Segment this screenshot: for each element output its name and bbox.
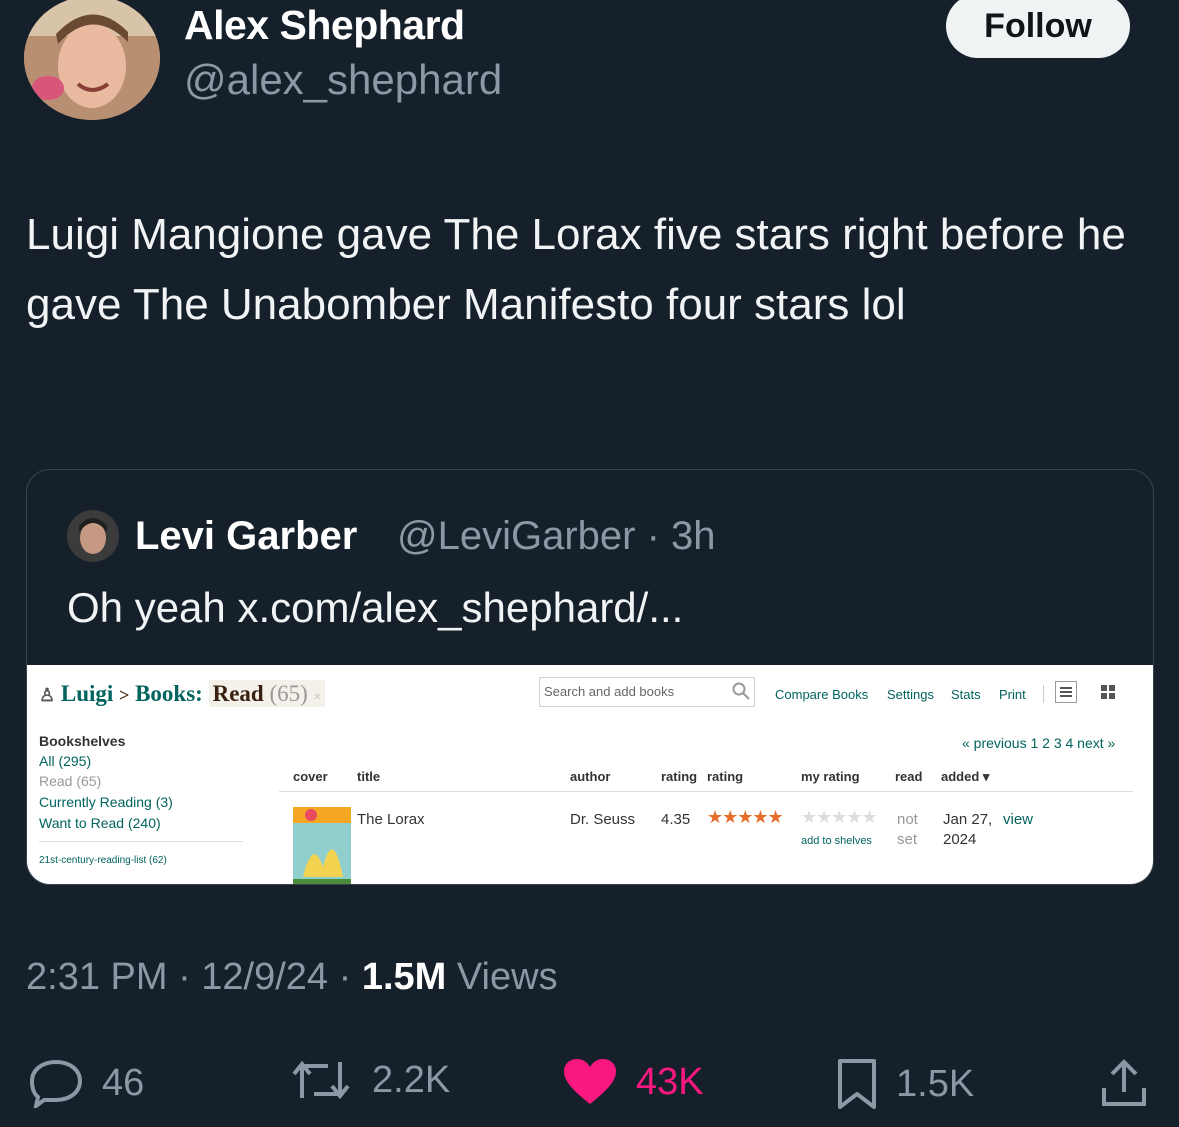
repost-button[interactable]: 2.2K — [288, 1058, 450, 1102]
heart-icon — [564, 1059, 616, 1104]
col-added: added ▾ — [941, 769, 990, 784]
col-my-rating: my rating — [801, 769, 860, 784]
quote-handle-time: @LeviGarber · 3h — [397, 514, 716, 558]
bookmark-count: 1.5K — [896, 1062, 975, 1105]
add-to-shelves-link: add to shelves — [801, 835, 872, 847]
book-cover — [293, 807, 351, 884]
view-link: view — [1003, 811, 1034, 828]
tweet-meta: 2:31 PM · 12/9/24 · 1.5M Views — [26, 956, 558, 999]
book-title: The Lorax — [357, 811, 425, 828]
shelf-custom-list: 21st-century-reading-list (62) — [39, 855, 167, 866]
views-count: 1.5M — [361, 956, 447, 998]
repost-icon — [292, 1060, 350, 1100]
col-avg-rating: rating — [661, 769, 698, 784]
col-rating: rating — [707, 769, 744, 784]
pagination: « previous 1 2 3 4 next » — [962, 735, 1116, 751]
date-added-2: 2024 — [943, 831, 977, 848]
bookshelves-heading: Bookshelves — [39, 733, 126, 749]
col-cover: cover — [293, 769, 328, 784]
col-title: title — [357, 769, 381, 784]
quote-author-name: Levi Garber — [135, 514, 358, 558]
like-button[interactable]: 43K — [562, 1058, 704, 1106]
views-label: Views — [446, 956, 558, 998]
chip-count: (65) — [269, 681, 308, 706]
quote-avatar — [67, 510, 119, 562]
tweet-time: 2:31 PM · 12/9/24 · — [26, 956, 362, 998]
repost-count: 2.2K — [372, 1058, 451, 1101]
share-icon — [1102, 1059, 1146, 1106]
shelf-currently-reading: Currently Reading (3) — [39, 794, 173, 810]
search-input: Search and add books — [539, 677, 755, 707]
list-view-icon — [1055, 681, 1077, 703]
search-icon — [732, 682, 750, 700]
share-button[interactable] — [1100, 1058, 1148, 1108]
crumb-user: Luigi — [60, 681, 114, 706]
book-author: Dr. Seuss — [570, 811, 636, 828]
reply-icon — [29, 1059, 83, 1108]
read-status-1: not — [897, 811, 918, 828]
shelf-divider — [39, 841, 243, 842]
quoted-tweet[interactable]: Levi Garber @LeviGarber · 3h Oh yeah x.c… — [26, 469, 1154, 885]
rating-stars: ★★★★★ — [707, 807, 784, 827]
quote-text: Oh yeah x.com/alex_shephard/... — [67, 584, 684, 631]
chip-close-icon: × — [313, 690, 322, 705]
crumb-separator: > — [119, 685, 130, 705]
date-added-1: Jan 27, — [943, 811, 993, 828]
compare-books-link: Compare Books — [775, 687, 869, 702]
read-status-2: set — [897, 831, 918, 848]
shelf-want-to-read: Want to Read (240) — [39, 815, 161, 831]
print-link: Print — [999, 687, 1026, 702]
goodreads-screenshot: ♙ Luigi > Books: Read (65) × Search and … — [27, 665, 1153, 884]
follow-button[interactable]: Follow — [946, 0, 1130, 58]
display-name[interactable]: Alex Shephard — [184, 2, 465, 49]
crumb-books: Books: — [135, 681, 203, 706]
tweet-text: Luigi Mangione gave The Lorax five stars… — [26, 210, 1126, 329]
shelf-read: Read (65) — [39, 773, 102, 789]
shelf-chip: Read (65) × — [208, 680, 326, 707]
col-read: read — [895, 769, 923, 784]
link-divider — [1043, 685, 1044, 703]
col-author: author — [570, 769, 611, 784]
avatar[interactable] — [24, 0, 160, 120]
stats-link: Stats — [951, 687, 981, 702]
reply-count: 46 — [102, 1061, 145, 1104]
user-icon: ♙ — [39, 685, 56, 705]
bookmark-button[interactable]: 1.5K — [836, 1058, 974, 1110]
bookmark-icon — [838, 1059, 876, 1109]
breadcrumb: ♙ Luigi > Books: Read (65) × — [39, 680, 326, 707]
chip-label: Read — [212, 681, 264, 706]
my-rating-stars: ★★★★★ — [801, 807, 878, 827]
book-avg-rating: 4.35 — [661, 811, 691, 828]
settings-link: Settings — [887, 687, 934, 702]
grid-view-icon — [1101, 685, 1115, 699]
like-count: 43K — [636, 1060, 704, 1103]
table-divider — [279, 791, 1133, 792]
reply-button[interactable]: 46 — [28, 1058, 144, 1108]
shelf-all: All (295) — [39, 753, 92, 769]
user-handle[interactable]: @alex_shephard — [184, 56, 502, 104]
